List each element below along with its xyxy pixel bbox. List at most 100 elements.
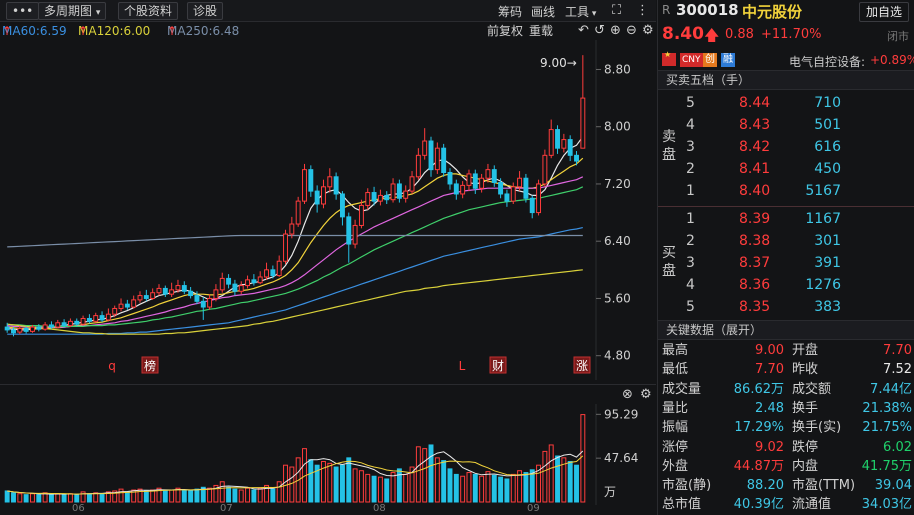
zoom-in-icon[interactable]: ⊕ xyxy=(610,22,621,40)
buy-level-row[interactable]: 1 8.39 1167 xyxy=(682,208,914,230)
volume-bar-down xyxy=(428,444,434,503)
candle-up xyxy=(434,147,440,171)
menu-button[interactable]: ••• xyxy=(6,2,40,20)
level-price: 8.41 xyxy=(739,161,771,177)
level-volume: 501 xyxy=(814,117,841,133)
sell-level-row[interactable]: 4 8.43 501 xyxy=(682,114,914,136)
stat-label: 换手(实) xyxy=(792,420,842,436)
sell-level-row[interactable]: 5 8.44 710 xyxy=(682,92,914,114)
candle-up xyxy=(55,322,61,328)
chart-toolbar: ••• 多周期图 ▾ 个股资料 诊股 筹码 画线 工具 ▾ ⛶ ⋮ xyxy=(0,0,656,22)
candle-down xyxy=(232,283,238,292)
overlay-button[interactable]: 重载 xyxy=(529,22,553,40)
order-book-header: 买卖五档（手） xyxy=(658,70,914,90)
volume-bar-down xyxy=(188,490,194,503)
candle-up xyxy=(542,154,548,185)
stat-label: 成交额 xyxy=(792,381,832,397)
candle-up xyxy=(245,279,251,287)
volume-bar-down xyxy=(143,490,149,503)
sell-level-row[interactable]: 3 8.42 616 xyxy=(682,136,914,158)
tools-button[interactable]: 工具 ▾ xyxy=(565,3,596,20)
month-label: 06 xyxy=(72,503,85,514)
level-price: 8.35 xyxy=(739,299,771,315)
volume-bar-up xyxy=(207,487,213,503)
candle-up xyxy=(460,184,466,195)
event-marker: q xyxy=(108,359,116,373)
candle-down xyxy=(504,193,510,202)
candle-up xyxy=(390,183,396,201)
chinext-tag: 创 xyxy=(703,53,717,67)
candle-down xyxy=(491,169,497,184)
level-number: 1 xyxy=(686,183,695,199)
candle-up xyxy=(536,183,542,214)
stat-value: 88.20 xyxy=(746,478,784,494)
volume-bar-up xyxy=(238,489,244,503)
candle-down xyxy=(333,176,339,195)
undo-icon[interactable]: ↶ xyxy=(578,22,589,40)
level-price: 8.36 xyxy=(739,277,771,293)
add-watchlist-button[interactable]: 加自选 xyxy=(859,2,910,22)
stock-info-button[interactable]: 个股资料 xyxy=(118,2,179,20)
key-data-header[interactable]: 关键数据（展开） xyxy=(658,320,914,340)
order-book-divider xyxy=(658,206,914,207)
volume-header: ⊗ ⚙ xyxy=(0,384,656,404)
forward-adjust-button[interactable]: 前复权 xyxy=(487,22,523,40)
level-price: 8.40 xyxy=(739,183,771,199)
stat-label: 外盘 xyxy=(662,458,689,474)
chips-button[interactable]: 筹码 xyxy=(498,3,522,20)
candle-down xyxy=(11,329,16,334)
reset-icon[interactable]: ↺ xyxy=(594,22,605,40)
candle-up xyxy=(321,186,326,205)
candle-down xyxy=(194,295,200,302)
candle-down xyxy=(226,277,232,285)
buy-level-row[interactable]: 5 8.35 383 xyxy=(682,296,914,318)
stat-value: 7.70 xyxy=(755,362,784,378)
buy-level-row[interactable]: 4 8.36 1276 xyxy=(682,274,914,296)
volume-chart[interactable]: 95.29 47.64 万 xyxy=(0,404,656,505)
ma250-line xyxy=(7,234,583,248)
candle-up xyxy=(352,224,358,245)
volume-bar-down xyxy=(453,473,459,503)
volume-bar-up xyxy=(466,472,472,503)
diagnose-button[interactable]: 诊股 xyxy=(187,2,224,20)
candle-down xyxy=(124,303,130,308)
zoom-out-icon[interactable]: ⊖ xyxy=(626,22,637,40)
buy-level-row[interactable]: 2 8.38 301 xyxy=(682,230,914,252)
level-number: 3 xyxy=(686,139,695,155)
multi-period-label: 多周期图 xyxy=(44,4,93,18)
candle-down xyxy=(270,269,276,277)
buy-level-row[interactable]: 3 8.37 391 xyxy=(682,252,914,274)
volume-bar-down xyxy=(567,461,573,503)
stat-label: 量比 xyxy=(662,400,689,416)
sell-level-row[interactable]: 1 8.40 5167 xyxy=(682,180,914,202)
multi-period-button[interactable]: 多周期图 ▾ xyxy=(38,2,107,20)
sell-side-label: 卖盘 xyxy=(658,92,682,202)
volume-bar-down xyxy=(181,489,187,503)
stat-label: 市盈(TTM) xyxy=(792,478,856,494)
close-icon[interactable]: ⊗ xyxy=(622,387,633,402)
stat-value: 17.29% xyxy=(734,420,784,436)
stat-value: 34.03亿 xyxy=(861,497,912,513)
volume-bar-down xyxy=(4,490,10,503)
candlestick-chart[interactable]: 8.80 8.00 7.20 6.40 5.60 4.80 q 榜 L 财 涨 xyxy=(0,40,656,380)
candle-up xyxy=(377,194,383,202)
candle-up xyxy=(137,295,143,301)
level-volume: 1276 xyxy=(805,277,841,293)
sector-label[interactable]: 电气自控设备: xyxy=(789,53,865,70)
stat-value: 6.02 xyxy=(883,439,912,455)
settings-gear-icon[interactable]: ⚙ xyxy=(642,22,654,40)
settings-gear-icon[interactable]: ⚙ xyxy=(640,387,652,402)
volume-bar-up xyxy=(548,444,554,503)
candle-up xyxy=(289,223,295,235)
candle-down xyxy=(143,295,149,299)
sell-level-row[interactable]: 2 8.41 450 xyxy=(682,158,914,180)
volume-bar-up xyxy=(580,414,586,503)
more-vertical-icon[interactable]: ⋮ xyxy=(636,3,649,18)
stock-code: 300018 xyxy=(676,1,739,19)
volume-bar-up xyxy=(169,489,175,503)
candle-down xyxy=(308,169,314,192)
candle-down xyxy=(23,327,29,332)
candle-down xyxy=(314,190,320,205)
expand-icon[interactable]: ⛶ xyxy=(612,3,621,18)
draw-line-button[interactable]: 画线 xyxy=(531,3,555,20)
